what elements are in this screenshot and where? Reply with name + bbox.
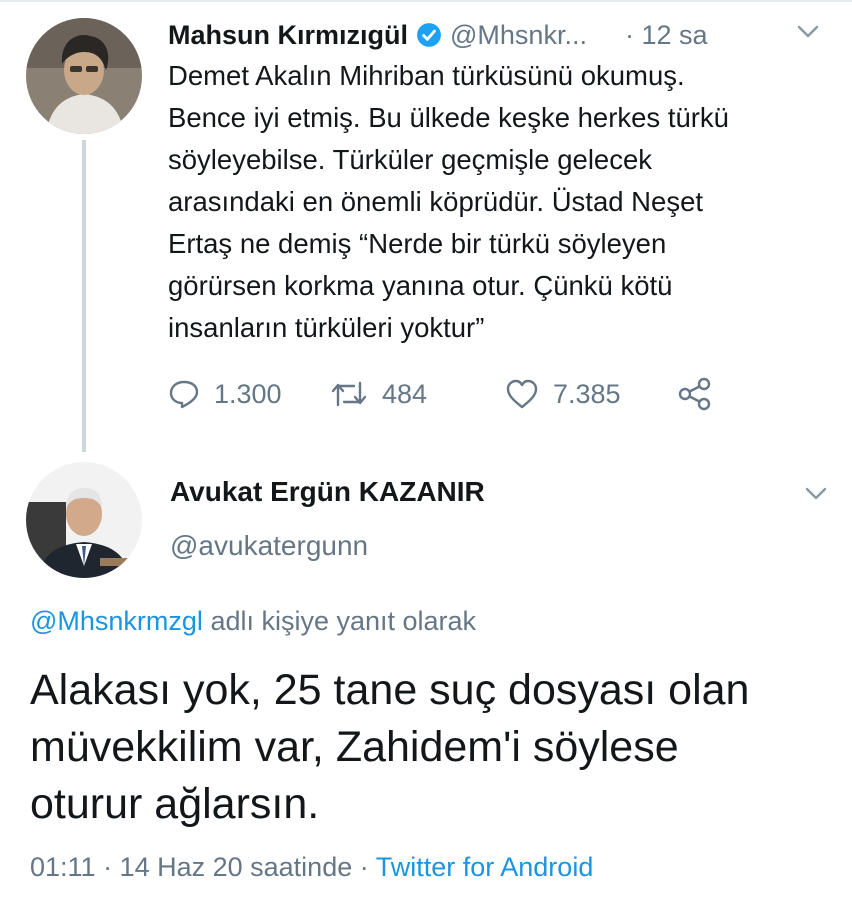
chevron-down-icon[interactable] — [804, 484, 828, 504]
tweet-actions: 1.300 484 7.385 — [168, 372, 713, 416]
tweet-text-line: arasındaki en önemli köprüdür. Üstad Neş… — [168, 186, 704, 217]
reply-text-line: oturur ağlarsın. — [30, 780, 320, 828]
retweet-icon — [331, 381, 367, 407]
retweet-count: 484 — [382, 378, 428, 409]
reply-button[interactable]: 1.300 — [168, 378, 330, 410]
tweet-text-line: görürsen korkma yanına otur. Çünkü kötü — [168, 270, 673, 301]
tweet-text-line: Demet Akalın Mihriban türküsünü okumuş. — [168, 60, 685, 91]
tweet-text-line: söyleyebilse. Türküler geçmişle gelecek — [168, 144, 653, 175]
like-button[interactable]: 7.385 — [505, 378, 677, 410]
author-name[interactable]: Mahsun Kırmızıgül — [168, 20, 408, 51]
tweet-header: Mahsun Kırmızıgül @Mhsnkr... · 12 sa — [168, 15, 708, 55]
author-handle[interactable]: @avukatergunn — [170, 530, 368, 562]
retweet-button[interactable]: 484 — [330, 378, 505, 410]
chevron-down-icon[interactable] — [796, 22, 820, 42]
reply-context: @Mhsnkrmzgl adlı kişiye yanıt olarak — [30, 606, 476, 637]
avatar[interactable] — [26, 18, 142, 134]
mention-link[interactable]: @Mhsnkrmzgl — [30, 606, 203, 636]
tweet-time[interactable]: · 12 sa — [625, 20, 708, 51]
like-count: 7.385 — [553, 378, 621, 409]
author-handle[interactable]: @Mhsnkr... — [450, 20, 587, 51]
like-icon — [506, 379, 538, 409]
reply-context-text: adlı kişiye yanıt olarak — [202, 606, 477, 636]
top-divider — [0, 0, 852, 2]
tweet-text: Demet Akalın Mihriban türküsünü okumuş. … — [168, 55, 838, 349]
reply-text: Alakası yok, 25 tane suç dosyası olan mü… — [30, 662, 830, 833]
share-button[interactable] — [677, 377, 713, 411]
reply-text-line: Alakası yok, 25 tane suç dosyası olan — [30, 666, 750, 714]
share-icon — [678, 377, 711, 411]
timestamp: 01:11 · 14 Haz 20 saatinde · — [30, 852, 376, 882]
reply-icon — [169, 380, 199, 409]
verified-badge-icon — [417, 23, 441, 47]
reply-text-line: müvekkilim var, Zahidem'i söylese — [30, 723, 679, 771]
tweet-text-line: Ertaş ne demiş “Nerde bir türkü söyleyen — [168, 228, 667, 259]
author-name[interactable]: Avukat Ergün KAZANIR — [170, 476, 485, 508]
avatar[interactable] — [26, 462, 142, 578]
tweet-text-line: Bence iyi etmiş. Bu ülkede keşke herkes … — [168, 102, 729, 133]
source-link[interactable]: Twitter for Android — [376, 852, 594, 882]
tweet-text-line: insanların türküleri yoktur” — [168, 312, 485, 343]
tweet-meta: 01:11 · 14 Haz 20 saatinde · Twitter for… — [30, 852, 593, 883]
reply-count: 1.300 — [214, 378, 282, 409]
thread-connector-line — [82, 140, 86, 452]
